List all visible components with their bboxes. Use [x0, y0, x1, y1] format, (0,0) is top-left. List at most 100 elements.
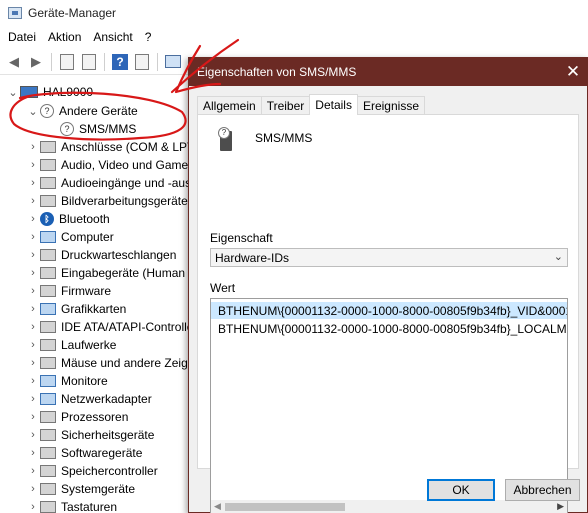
- processor-icon: [40, 411, 56, 423]
- expander-icon[interactable]: ›: [26, 429, 40, 441]
- tree-node-computer[interactable]: › Computer: [26, 228, 114, 246]
- cancel-button[interactable]: Abbrechen: [505, 479, 580, 501]
- expander-icon[interactable]: ›: [26, 339, 40, 351]
- unknown-device-icon: ?: [40, 104, 54, 118]
- tree-node-audioeingaenge[interactable]: › Audioeingänge und -ausgänge: [26, 174, 200, 192]
- expander-icon[interactable]: ›: [26, 447, 40, 459]
- tree-node-softwaregeraete[interactable]: › Softwaregeräte: [26, 444, 142, 462]
- menu-datei[interactable]: Datei: [2, 30, 42, 44]
- tab-treiber[interactable]: Treiber: [260, 96, 311, 115]
- property-dropdown[interactable]: Hardware-IDs ⌄: [210, 248, 568, 267]
- tree-node-label: Prozessoren: [61, 410, 129, 424]
- storage-icon: [40, 465, 56, 477]
- help-icon[interactable]: ?: [110, 52, 130, 72]
- device-manager-titlebar: Geräte-Manager: [0, 0, 588, 26]
- printer-icon: [40, 249, 56, 261]
- forward-arrow-icon[interactable]: ▶: [26, 52, 46, 72]
- update-icon[interactable]: [79, 52, 99, 72]
- expander-icon[interactable]: ›: [26, 267, 40, 279]
- scroll-left-icon[interactable]: ◀: [214, 501, 221, 512]
- tree-node-maeuse[interactable]: › Mäuse und andere Zeigegeräte: [26, 354, 200, 372]
- monitor-icon: [40, 231, 56, 243]
- tree-node-ide-controller[interactable]: › IDE ATA/ATAPI-Controller: [26, 318, 197, 336]
- back-arrow-icon[interactable]: ◀: [4, 52, 24, 72]
- expander-icon[interactable]: ›: [26, 195, 40, 207]
- keyboard-icon: [40, 501, 56, 513]
- menu-help[interactable]: ?: [139, 30, 158, 44]
- tree-node-sicherheitsgeraete[interactable]: › Sicherheitsgeräte: [26, 426, 154, 444]
- list-item[interactable]: BTHENUM\{00001132-0000-1000-8000-00805f9…: [211, 302, 567, 319]
- system-icon: [40, 483, 56, 495]
- expander-icon[interactable]: ›: [26, 357, 40, 369]
- expander-icon[interactable]: ›: [26, 393, 40, 405]
- speaker-icon: [40, 177, 56, 189]
- ide-icon: [40, 321, 56, 333]
- expander-icon[interactable]: ›: [26, 213, 40, 225]
- expander-icon[interactable]: ›: [26, 465, 40, 477]
- tree-node-label: SMS/MMS: [79, 122, 137, 136]
- tree-node-bildverarbeitung[interactable]: › Bildverarbeitungsgeräte: [26, 192, 188, 210]
- ok-button[interactable]: OK: [427, 479, 495, 501]
- camera-icon: [40, 195, 56, 207]
- tab-ereignisse[interactable]: Ereignisse: [356, 96, 425, 115]
- toolbar-separator: [157, 52, 158, 71]
- tree-node-sms-mms[interactable]: ? SMS/MMS: [60, 120, 136, 138]
- expander-icon[interactable]: ⌄: [26, 105, 40, 118]
- tree-node-label: IDE ATA/ATAPI-Controller: [61, 320, 198, 334]
- toolbar-separator: [104, 52, 105, 71]
- menu-ansicht[interactable]: Ansicht: [87, 30, 138, 44]
- tree-node-label: Anschlüsse (COM & LPT): [61, 140, 199, 154]
- monitor-icon[interactable]: [163, 52, 183, 72]
- tree-node-anschluesse[interactable]: › Anschlüsse (COM & LPT): [26, 138, 198, 156]
- horizontal-scrollbar[interactable]: ◀ ▶: [211, 500, 567, 513]
- properties-icon[interactable]: [57, 52, 77, 72]
- view-icon[interactable]: [132, 52, 152, 72]
- tree-node-label: Audioeingänge und -ausgänge: [61, 176, 200, 190]
- expander-icon[interactable]: ›: [26, 375, 40, 387]
- expander-icon[interactable]: ›: [26, 303, 40, 315]
- expander-icon[interactable]: ›: [26, 411, 40, 423]
- tree-node-label: HAL9000: [43, 85, 94, 99]
- audio-icon: [40, 159, 56, 171]
- menu-aktion[interactable]: Aktion: [42, 30, 87, 44]
- tree-node-andere-geraete[interactable]: ⌄ ? Andere Geräte: [26, 102, 138, 120]
- property-dropdown-value: Hardware-IDs: [215, 250, 290, 265]
- expander-icon[interactable]: ›: [26, 483, 40, 495]
- display-adapter-icon: [40, 303, 56, 315]
- tree-node-bluetooth[interactable]: › ᛒ Bluetooth: [26, 210, 110, 228]
- tree-node-grafikkarten[interactable]: › Grafikkarten: [26, 300, 126, 318]
- expander-icon[interactable]: ›: [26, 141, 40, 153]
- dialog-titlebar[interactable]: Eigenschaften von SMS/MMS ✕: [189, 58, 587, 86]
- tree-node-eingabegeraete[interactable]: › Eingabegeräte (Human Interface Devices…: [26, 264, 200, 282]
- close-icon[interactable]: ✕: [559, 58, 587, 86]
- tree-node-prozessoren[interactable]: › Prozessoren: [26, 408, 128, 426]
- expander-icon[interactable]: ⌄: [6, 86, 20, 99]
- tree-node-laufwerke[interactable]: › Laufwerke: [26, 336, 116, 354]
- tree-node-firmware[interactable]: › Firmware: [26, 282, 111, 300]
- tree-node-netzwerkadapter[interactable]: › Netzwerkadapter: [26, 390, 152, 408]
- expander-icon[interactable]: ›: [26, 159, 40, 171]
- list-item[interactable]: BTHENUM\{00001132-0000-1000-8000-00805f9…: [211, 320, 567, 337]
- scrollbar-thumb[interactable]: [225, 503, 345, 511]
- tab-allgemein[interactable]: Allgemein: [197, 96, 262, 115]
- expander-icon[interactable]: ›: [26, 501, 40, 513]
- computer-host-icon: [20, 86, 38, 98]
- tree-node-speichercontroller[interactable]: › Speichercontroller: [26, 462, 158, 480]
- tab-details[interactable]: Details: [309, 94, 358, 115]
- properties-dialog: Eigenschaften von SMS/MMS ✕ Allgemein Tr…: [188, 57, 588, 513]
- tree-node-druckwarteschlangen[interactable]: › Druckwarteschlangen: [26, 246, 176, 264]
- expander-icon[interactable]: ›: [26, 285, 40, 297]
- expander-icon[interactable]: ›: [26, 321, 40, 333]
- tree-node-tastaturen[interactable]: › Tastaturen: [26, 498, 117, 513]
- tree-node-hal9000[interactable]: ⌄ HAL9000: [6, 83, 93, 101]
- tree-node-label: Bildverarbeitungsgeräte: [61, 194, 188, 208]
- expander-icon[interactable]: ›: [26, 249, 40, 261]
- scroll-right-icon[interactable]: ▶: [557, 501, 564, 512]
- drive-icon: [40, 339, 56, 351]
- tree-node-systemgeraete[interactable]: › Systemgeräte: [26, 480, 135, 498]
- expander-icon[interactable]: ›: [26, 231, 40, 243]
- tree-node-monitore[interactable]: › Monitore: [26, 372, 108, 390]
- expander-icon[interactable]: ›: [26, 177, 40, 189]
- unknown-device-icon: ?: [60, 122, 74, 136]
- tree-node-audio-video[interactable]: › Audio, Video und Gamecontroller: [26, 156, 200, 174]
